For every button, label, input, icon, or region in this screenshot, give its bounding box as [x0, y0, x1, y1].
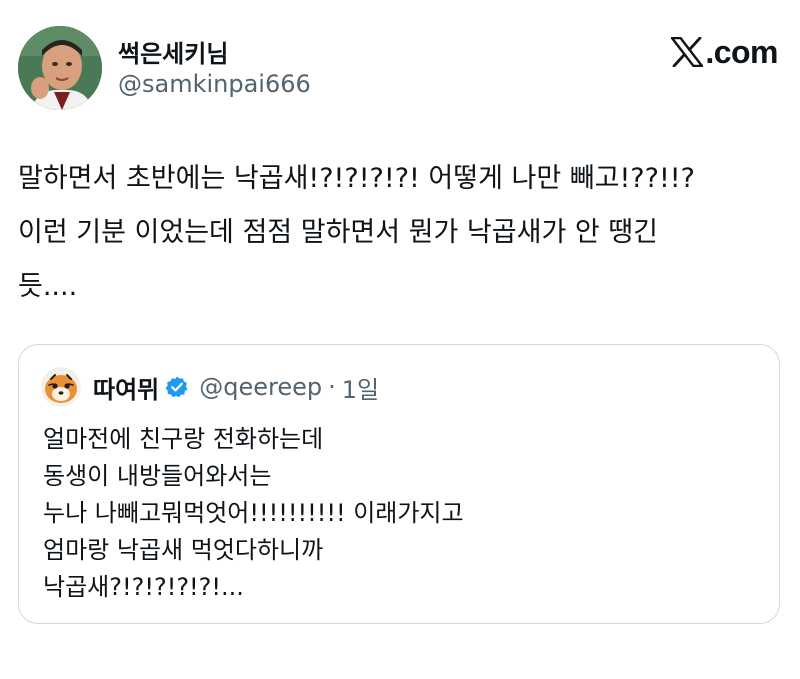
quoted-text-line: 얼마전에 친구랑 전화하는데 — [43, 425, 324, 453]
tweet-text-line: 말하면서 초반에는 낙곱새!?!?!?!?! 어떻게 나만 빼고!??!!? — [18, 163, 695, 194]
tweet-text: 말하면서 초반에는 낙곱새!?!?!?!?! 어떻게 나만 빼고!??!!? 이… — [18, 152, 782, 314]
quoted-author-handle[interactable]: @qeereep — [199, 373, 322, 401]
site-domain-text: .com — [705, 33, 778, 70]
x-logo-icon — [671, 37, 704, 67]
quoted-text-line: 낙곱새?!?!?!?!?!... — [43, 573, 244, 601]
tweet-text-line: 이런 기분 이었는데 점점 말하면서 뭔가 낙곱새가 안 땡긴 — [18, 217, 658, 248]
author-avatar[interactable] — [18, 26, 102, 110]
verified-badge-icon — [165, 375, 189, 399]
quoted-tweet-header: 따여뮈 @qeereep · 1일 — [41, 367, 379, 407]
tweet-text-line: 듯.... — [18, 271, 78, 302]
quoted-tweet-text: 얼마전에 친구랑 전화하는데 동생이 내방들어와서는 누나 나빼고뭐먹엇어!!!… — [43, 421, 763, 606]
quoted-author-display-name[interactable]: 따여뮈 — [93, 370, 159, 405]
quoted-tweet-time[interactable]: 1일 — [342, 370, 379, 405]
tweet-header: 썩은세키님 @samkinpai666 .com — [18, 22, 782, 112]
quoted-text-line: 누나 나빼고뭐먹엇어!!!!!!!!!! 이래가지고 — [43, 499, 464, 527]
quoted-tweet-card[interactable]: 따여뮈 @qeereep · 1일 얼마전에 친구랑 전화하는데 동생이 내방들… — [18, 344, 780, 624]
quoted-text-line: 엄마랑 낙곱새 먹엇다하니까 — [43, 536, 324, 564]
site-logo: .com — [671, 34, 778, 70]
quoted-text-line: 동생이 내방들어와서는 — [43, 462, 272, 490]
quoted-author-avatar[interactable] — [41, 367, 81, 407]
author-display-name[interactable]: 썩은세키님 — [118, 34, 228, 69]
author-handle[interactable]: @samkinpai666 — [118, 70, 311, 98]
handle-time-separator: · — [328, 373, 336, 401]
